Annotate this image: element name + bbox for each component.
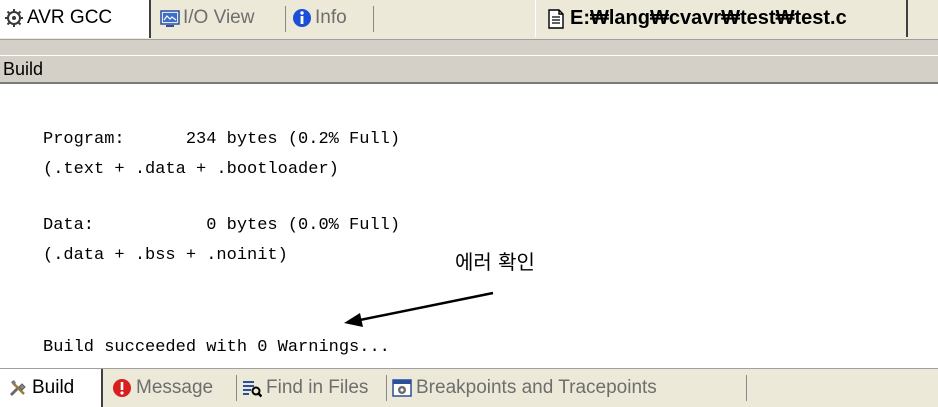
info-icon: [293, 9, 311, 27]
annotation-label: 에러 확인: [455, 250, 535, 274]
tab-breakpoints-label: Breakpoints and Tracepoints: [416, 377, 657, 398]
annotation-arrow: [344, 291, 494, 327]
tab-separator: [285, 6, 286, 32]
error-message-icon: [113, 379, 131, 397]
document-icon: [548, 8, 564, 29]
tab-find-in-files[interactable]: Find in Files: [242, 369, 368, 407]
tab-info[interactable]: Info: [292, 0, 347, 36]
build-tools-icon: [9, 380, 26, 397]
io-view-icon: [160, 10, 180, 27]
tab-separator: [386, 375, 387, 401]
top-tab-bar: AVR GCC I/O View Info E:₩lang₩cvavr₩test…: [0, 0, 938, 40]
output-line: Data: 0 bytes (0.0% Full): [43, 216, 401, 235]
file-tab[interactable]: E:₩lang₩cvavr₩test₩test.c: [535, 0, 908, 37]
avr-gcc-icon: [5, 9, 23, 27]
tab-avr-gcc-label: AVR GCC: [27, 7, 113, 28]
tab-message-label: Message: [136, 377, 214, 398]
tab-build-label: Build: [32, 377, 75, 398]
output-line: Build succeeded with 0 Warnings...: [43, 338, 390, 357]
file-tab-label: E:₩lang₩cvavr₩test₩test.c: [570, 7, 847, 29]
tab-io-view-label: I/O View: [183, 7, 255, 28]
tab-separator: [236, 375, 237, 401]
tab-separator: [373, 6, 374, 32]
tab-separator: [746, 375, 747, 401]
panel-spacer: [0, 40, 938, 55]
tab-breakpoints[interactable]: Breakpoints and Tracepoints: [392, 369, 657, 407]
find-in-files-icon: [243, 381, 262, 398]
tab-find-in-files-label: Find in Files: [266, 377, 369, 398]
tab-avr-gcc[interactable]: AVR GCC: [4, 0, 112, 36]
output-line: (.data + .bss + .noinit): [43, 246, 288, 265]
tab-io-view[interactable]: I/O View: [160, 0, 254, 36]
panel-title: Build: [0, 55, 938, 84]
tab-build[interactable]: Build: [8, 369, 74, 407]
bottom-tab-bar: Build Message Find in Files Breakpoints …: [0, 368, 938, 407]
breakpoints-icon: [392, 379, 412, 397]
output-line: (.text + .data + .bootloader): [43, 160, 339, 179]
tab-info-label: Info: [315, 7, 347, 28]
tab-message[interactable]: Message: [112, 369, 213, 407]
output-line: Program: 234 bytes (0.2% Full): [43, 130, 401, 149]
